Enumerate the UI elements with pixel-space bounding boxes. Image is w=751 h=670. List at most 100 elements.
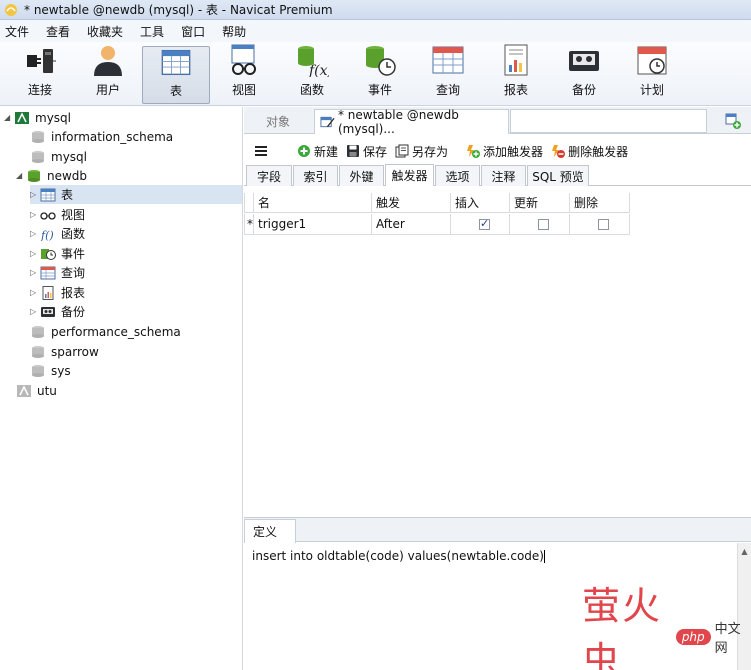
tree-db-sys[interactable]: sys [30, 361, 71, 380]
main-toolbar: 连接 用户 表 视图 f(x) 函数 事件 [0, 42, 751, 106]
save-as-button[interactable]: 另存为 [395, 143, 448, 160]
tree-group-views[interactable]: ▷ 视图 [30, 205, 85, 224]
tree-label: newdb [47, 168, 88, 183]
column-header-insert[interactable]: 插入 [451, 193, 510, 213]
tree-label: information_schema [51, 129, 174, 144]
toolbar-schedule-button[interactable]: 计划 [618, 42, 686, 102]
new-tab-button[interactable] [717, 109, 749, 133]
object-toolbar: 新建 保存 另存为 添加触发器 删除触发器 [244, 138, 751, 164]
tree-label: 报表 [61, 286, 86, 300]
toolbar-label: 连接 [27, 83, 52, 97]
tree-db-mysql[interactable]: mysql [30, 147, 87, 166]
tree-label: 视图 [61, 208, 86, 222]
tree-connection-mysql[interactable]: ◢ mysql [4, 108, 71, 127]
trigger-delete-cell [570, 214, 630, 235]
delete-trigger-button[interactable]: 删除触发器 [551, 143, 628, 160]
expand-icon[interactable]: ▷ [30, 288, 40, 297]
column-header-name[interactable]: 名 [254, 193, 372, 213]
tab-sql-preview[interactable]: SQL 预览 [527, 165, 589, 186]
watermark-sub: 中文网 [714, 622, 741, 656]
trigger-update-cell [510, 214, 570, 235]
tab-options[interactable]: 选项 [435, 165, 480, 186]
update-checkbox[interactable] [538, 218, 549, 230]
delete-checkbox[interactable] [598, 218, 609, 230]
watermark-text: 萤火虫 [582, 584, 663, 670]
tree-label: mysql [51, 149, 87, 164]
tree-group-functions[interactable]: ▷ f() 函数 [30, 224, 85, 243]
navigation-tree: ◢ mysql information_schema mysql ◢ newdb… [0, 107, 243, 670]
tree-group-queries[interactable]: ▷ 查询 [30, 263, 85, 282]
toolbar-user-button[interactable]: 用户 [74, 42, 142, 102]
insert-checkbox[interactable] [479, 217, 490, 230]
column-header-update[interactable]: 更新 [510, 193, 570, 213]
toolbar-label: 报表 [503, 83, 528, 97]
user-icon [94, 46, 122, 76]
tab-definition[interactable]: 定义 [244, 519, 296, 543]
view-icon [231, 44, 256, 75]
expand-icon[interactable]: ▷ [30, 190, 40, 199]
menu-file[interactable]: 文件 [0, 23, 41, 40]
new-label: 新建 [314, 144, 339, 159]
toolbar-table-button[interactable]: 表 [142, 46, 210, 104]
tree-group-reports[interactable]: ▷ 报表 [30, 283, 85, 302]
title-bar: * newtable @newdb (mysql) - 表 - Navicat … [0, 0, 751, 20]
tree-group-tables[interactable]: ▷ 表 [30, 185, 242, 204]
event-icon [366, 46, 396, 76]
toolbar-function-button[interactable]: f(x) 函数 [278, 42, 346, 102]
schedule-icon [637, 46, 667, 75]
tab-foreign-keys[interactable]: 外键 [339, 165, 384, 186]
expand-icon[interactable]: ▷ [30, 229, 40, 238]
tab-triggers[interactable]: 触发器 [385, 164, 434, 186]
tree-db-performance-schema[interactable]: performance_schema [30, 322, 181, 341]
definition-code[interactable]: insert into oldtable(code) values(newtab… [252, 549, 545, 563]
menu-window[interactable]: 窗口 [176, 23, 217, 40]
expand-icon[interactable]: ▷ [30, 307, 40, 316]
plug-icon [27, 49, 56, 73]
menu-help[interactable]: 帮助 [217, 23, 258, 40]
menu-favorites[interactable]: 收藏夹 [82, 23, 135, 40]
watermark: 萤火虫 php 中文网 [582, 584, 751, 670]
toolbar-connect-button[interactable]: 连接 [6, 42, 74, 102]
add-trigger-button[interactable]: 添加触发器 [466, 143, 543, 160]
collapse-icon[interactable]: ◢ [4, 113, 14, 122]
expand-icon[interactable]: ▷ [30, 249, 40, 258]
tree-db-sparrow[interactable]: sparrow [30, 342, 99, 361]
menu-tools[interactable]: 工具 [135, 23, 176, 40]
save-button[interactable]: 保存 [346, 143, 387, 160]
query-icon [432, 46, 464, 74]
tree-db-newdb[interactable]: ◢ newdb [16, 166, 87, 185]
trigger-fire-cell[interactable]: After [372, 214, 451, 235]
tab-newtable[interactable]: * newtable @newdb (mysql)... [314, 108, 509, 136]
tree-label: sys [51, 363, 71, 378]
trigger-insert-cell [451, 214, 510, 235]
trigger-name-cell[interactable]: trigger1 [254, 214, 372, 235]
toolbar-report-button[interactable]: 报表 [482, 42, 550, 102]
tree-label: 备份 [61, 305, 86, 319]
tree-group-backups[interactable]: ▷ 备份 [30, 302, 85, 321]
tree-db-information-schema[interactable]: information_schema [30, 127, 173, 146]
tab-objects[interactable]: 对象 [244, 109, 312, 133]
database-icon [32, 364, 44, 377]
menu-button[interactable] [254, 144, 271, 158]
tree-connection-utu[interactable]: utu [16, 381, 57, 400]
report-icon [504, 44, 528, 76]
toolbar-query-button[interactable]: 查询 [414, 42, 482, 102]
tab-indexes[interactable]: 索引 [293, 165, 338, 186]
toolbar-event-button[interactable]: 事件 [346, 42, 414, 102]
new-button[interactable]: 新建 [297, 143, 338, 160]
table-icon [40, 188, 56, 201]
expand-icon[interactable]: ▷ [30, 210, 40, 219]
tab-comment[interactable]: 注释 [481, 165, 526, 186]
expand-icon[interactable]: ▷ [30, 268, 40, 277]
column-header-delete[interactable]: 删除 [570, 193, 630, 213]
toolbar-label: 视图 [231, 83, 256, 97]
tab-fields[interactable]: 字段 [246, 165, 292, 186]
menu-view[interactable]: 查看 [41, 23, 82, 40]
toolbar-backup-button[interactable]: 备份 [550, 42, 618, 102]
tree-group-events[interactable]: ▷ 事件 [30, 244, 85, 263]
collapse-icon[interactable]: ◢ [16, 171, 26, 180]
column-header-fire[interactable]: 触发 [372, 193, 451, 213]
toolbar-view-button[interactable]: 视图 [210, 42, 278, 102]
toolbar-label: 表 [169, 84, 182, 98]
scroll-up-icon[interactable]: ▲ [738, 547, 751, 556]
